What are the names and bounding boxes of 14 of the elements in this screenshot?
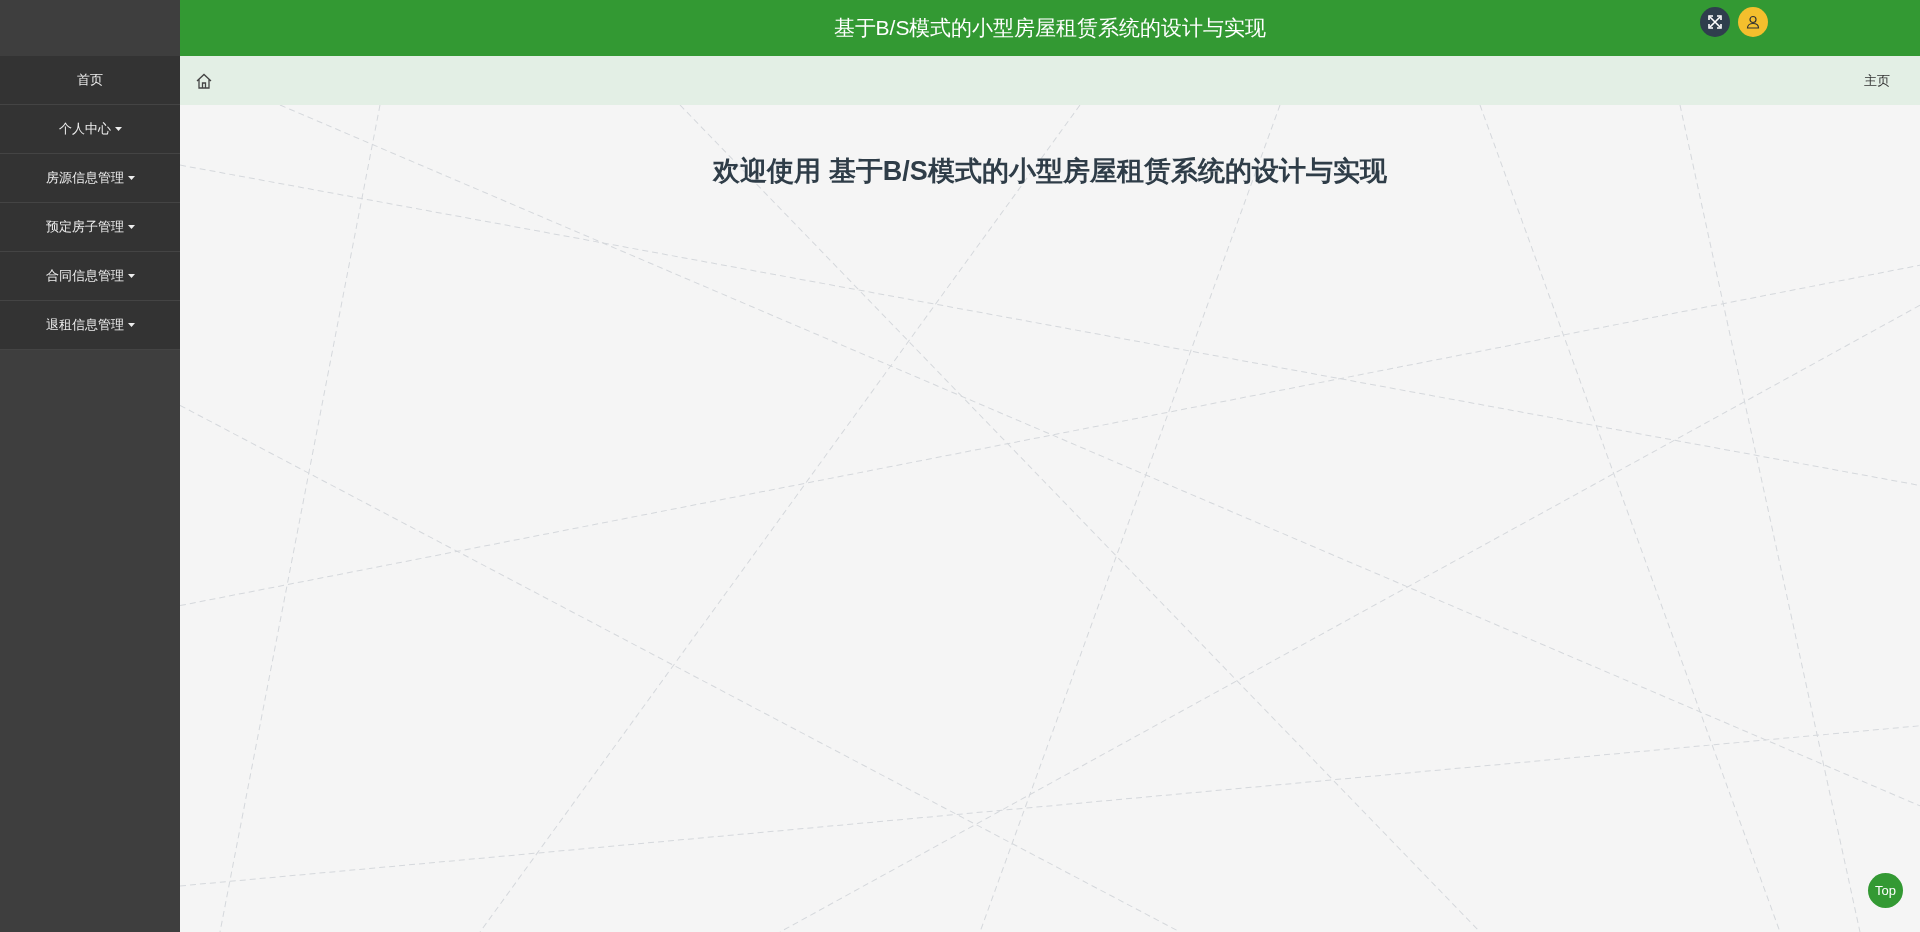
caret-icon bbox=[127, 323, 135, 327]
expand-arrows-icon bbox=[1708, 15, 1722, 29]
welcome-heading: 欢迎使用 基于B/S模式的小型房屋租赁系统的设计与实现 bbox=[711, 155, 1388, 188]
user-icon bbox=[1746, 15, 1760, 29]
caret-icon bbox=[114, 127, 122, 131]
caret-icon bbox=[127, 274, 135, 278]
caret-icon bbox=[127, 176, 135, 180]
user-button[interactable] bbox=[1738, 7, 1768, 37]
breadcrumb-text: 主页 bbox=[1864, 71, 1890, 90]
app-title: 基于B/S模式的小型房屋租赁系统的设计与实现 bbox=[833, 15, 1267, 41]
caret-icon bbox=[127, 225, 135, 229]
fullscreen-button[interactable] bbox=[1700, 7, 1730, 37]
back-to-top-button[interactable]: Top bbox=[1868, 873, 1903, 908]
home-icon[interactable] bbox=[196, 72, 212, 89]
